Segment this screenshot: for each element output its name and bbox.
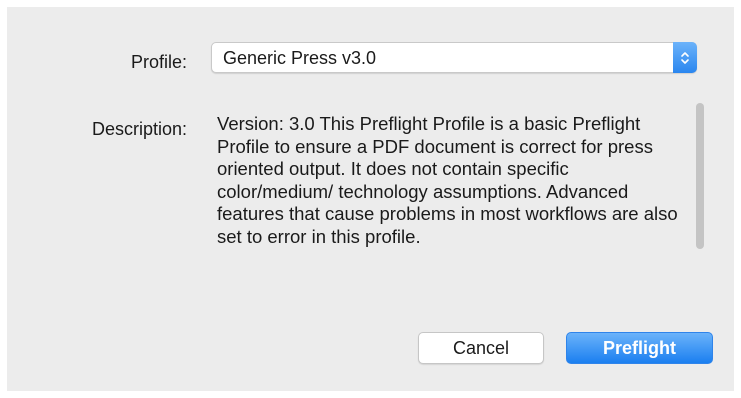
preflight-dialog: Profile: Generic Press v3.0 Description:… [7, 7, 734, 391]
preflight-button[interactable]: Preflight [566, 332, 713, 364]
cancel-button[interactable]: Cancel [418, 332, 544, 364]
profile-label: Profile: [130, 52, 187, 72]
description-text: Version: 3.0 This Preflight Profile is a… [217, 113, 678, 247]
description-text-area[interactable]: Version: 3.0 This Preflight Profile is a… [217, 113, 695, 297]
description-scrollbar[interactable] [696, 103, 704, 249]
description-label: Description: [91, 119, 187, 139]
profile-select-value: Generic Press v3.0 [223, 48, 377, 68]
profile-select[interactable]: Generic Press v3.0 [211, 42, 697, 73]
up-down-chevron-icon[interactable] [673, 42, 697, 73]
